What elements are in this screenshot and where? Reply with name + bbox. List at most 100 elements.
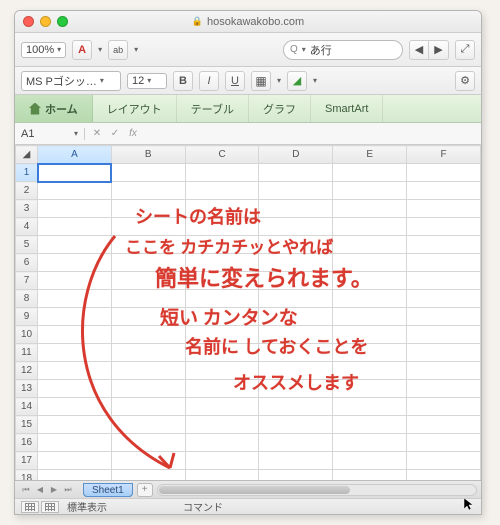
row-header[interactable]: 5 <box>16 236 38 254</box>
col-header[interactable]: B <box>111 146 185 164</box>
cell[interactable] <box>38 344 112 362</box>
cell[interactable] <box>259 380 333 398</box>
cell[interactable] <box>333 290 407 308</box>
cell[interactable] <box>259 362 333 380</box>
row-header[interactable]: 2 <box>16 182 38 200</box>
col-header[interactable]: C <box>185 146 259 164</box>
cell[interactable] <box>333 398 407 416</box>
cell[interactable] <box>185 380 259 398</box>
cell[interactable] <box>38 452 112 470</box>
cell[interactable] <box>407 254 481 272</box>
cell[interactable] <box>111 254 185 272</box>
normal-view-button[interactable] <box>21 501 39 513</box>
tab-home[interactable]: ホーム <box>15 95 93 122</box>
cell[interactable] <box>407 416 481 434</box>
row-header[interactable]: 11 <box>16 344 38 362</box>
cancel-icon[interactable]: ✕ <box>89 126 105 142</box>
tab-first-button[interactable]: ⏮ <box>19 485 33 495</box>
add-sheet-button[interactable]: + <box>137 483 153 497</box>
cell[interactable] <box>407 380 481 398</box>
close-icon[interactable] <box>23 16 34 27</box>
settings-button[interactable]: ⚙ <box>455 71 475 91</box>
bold-button[interactable]: B <box>173 71 193 91</box>
cell[interactable] <box>333 416 407 434</box>
cell[interactable] <box>333 452 407 470</box>
cell[interactable] <box>38 326 112 344</box>
tab-table[interactable]: テーブル <box>177 95 249 122</box>
cell[interactable] <box>38 308 112 326</box>
h-scrollbar[interactable] <box>157 484 477 496</box>
row-header[interactable]: 1 <box>16 164 38 182</box>
row-header[interactable]: 7 <box>16 272 38 290</box>
sheet-tab[interactable]: Sheet1 <box>83 483 133 497</box>
nav-prev-button[interactable]: ◀ <box>409 40 429 60</box>
cell[interactable] <box>185 452 259 470</box>
cell[interactable] <box>185 290 259 308</box>
cell[interactable] <box>38 254 112 272</box>
cell[interactable] <box>111 182 185 200</box>
cell[interactable] <box>38 272 112 290</box>
tab-smartart[interactable]: SmartArt <box>311 95 383 122</box>
col-header[interactable]: A <box>38 146 112 164</box>
cell[interactable] <box>111 326 185 344</box>
row-header[interactable]: 18 <box>16 470 38 481</box>
cell[interactable] <box>333 362 407 380</box>
cell[interactable] <box>407 182 481 200</box>
cell[interactable] <box>407 452 481 470</box>
cell[interactable] <box>407 398 481 416</box>
cell[interactable] <box>38 290 112 308</box>
cell[interactable] <box>111 164 185 182</box>
cell[interactable] <box>111 416 185 434</box>
cell[interactable] <box>407 362 481 380</box>
highlight-button[interactable]: ab <box>108 40 128 60</box>
cell[interactable] <box>38 218 112 236</box>
cell[interactable] <box>407 218 481 236</box>
border-button[interactable]: ▦ <box>251 71 271 91</box>
cell[interactable] <box>333 182 407 200</box>
font-select[interactable]: MS Pゴシッ…▾ <box>21 71 121 91</box>
cell[interactable] <box>38 398 112 416</box>
cell[interactable] <box>333 434 407 452</box>
search-box[interactable]: Q ▾ あ行 <box>283 40 403 60</box>
fx-icon[interactable]: fx <box>125 126 141 142</box>
cell[interactable] <box>259 326 333 344</box>
fullscreen-button[interactable]: ⤢ <box>455 40 475 60</box>
tab-chart[interactable]: グラフ <box>249 95 311 122</box>
chevron-down-icon[interactable]: ▾ <box>277 76 281 85</box>
cell[interactable] <box>38 182 112 200</box>
cell[interactable] <box>111 344 185 362</box>
cell[interactable] <box>185 164 259 182</box>
cell[interactable] <box>185 218 259 236</box>
cell[interactable] <box>185 434 259 452</box>
font-color-button[interactable]: A <box>72 40 92 60</box>
cell[interactable] <box>185 254 259 272</box>
cell[interactable] <box>38 470 112 481</box>
cell[interactable] <box>333 272 407 290</box>
cell[interactable] <box>185 416 259 434</box>
cell[interactable] <box>185 470 259 481</box>
cell[interactable] <box>185 182 259 200</box>
row-header[interactable]: 3 <box>16 200 38 218</box>
row-header[interactable]: 13 <box>16 380 38 398</box>
cell[interactable] <box>38 164 112 182</box>
cell[interactable] <box>38 362 112 380</box>
cell[interactable] <box>407 326 481 344</box>
row-header[interactable]: 9 <box>16 308 38 326</box>
cell[interactable] <box>111 380 185 398</box>
cell[interactable] <box>259 308 333 326</box>
cell[interactable] <box>259 272 333 290</box>
row-header[interactable]: 4 <box>16 218 38 236</box>
zoom-control[interactable]: 100%▾ <box>21 42 66 58</box>
cell[interactable] <box>259 470 333 481</box>
cell[interactable] <box>407 308 481 326</box>
h-scroll-thumb[interactable] <box>159 486 350 494</box>
cell[interactable] <box>407 236 481 254</box>
font-size-select[interactable]: 12▾ <box>127 73 167 89</box>
cell[interactable] <box>259 218 333 236</box>
cell[interactable] <box>333 200 407 218</box>
cell[interactable] <box>259 254 333 272</box>
zoom-icon[interactable] <box>57 16 68 27</box>
cell[interactable] <box>185 398 259 416</box>
cell[interactable] <box>259 344 333 362</box>
cell[interactable] <box>185 236 259 254</box>
